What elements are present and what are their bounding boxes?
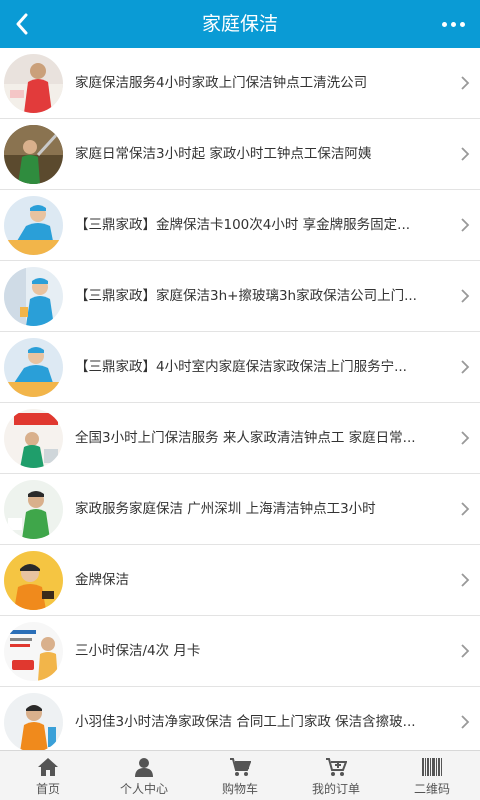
- list-item[interactable]: 小羽佳3小时洁净家政保洁 合同工上门家政 保洁含擦玻...: [0, 687, 480, 750]
- more-button[interactable]: [434, 0, 472, 48]
- list-item[interactable]: 家庭日常保洁3小时起 家政小时工钟点工保洁阿姨: [0, 119, 480, 190]
- item-title: 金牌保洁: [75, 572, 129, 588]
- list-item[interactable]: 全国3小时上门保洁服务 来人家政清洁钟点工 家庭日常...: [0, 403, 480, 474]
- top-header: 家庭保洁: [0, 0, 480, 48]
- item-title: 三小时保洁/4次 月卡: [75, 643, 201, 659]
- item-title: 全国3小时上门保洁服务 来人家政清洁钟点工 家庭日常...: [75, 430, 416, 446]
- tab-qrcode[interactable]: 二维码: [384, 751, 480, 800]
- item-thumbnail: [4, 267, 63, 326]
- item-thumbnail: [4, 54, 63, 113]
- item-thumbnail: [4, 338, 63, 397]
- item-thumbnail: [4, 480, 63, 539]
- chevron-right-icon: [461, 218, 470, 232]
- list-item[interactable]: 三小时保洁/4次 月卡: [0, 616, 480, 687]
- item-thumbnail: [4, 551, 63, 610]
- cart-icon: [230, 758, 251, 776]
- tab-profile[interactable]: 个人中心: [96, 751, 192, 800]
- service-list: 家庭保洁服务4小时家政上门保洁钟点工清洗公司 家庭日常保洁3小时起 家政小时工钟…: [0, 48, 480, 750]
- item-title: 【三鼎家政】4小时室内家庭保洁家政保洁上门服务宁...: [75, 359, 407, 375]
- chevron-right-icon: [461, 76, 470, 90]
- order-cart-icon: [326, 758, 347, 776]
- item-title: 小羽佳3小时洁净家政保洁 合同工上门家政 保洁含擦玻...: [75, 714, 416, 730]
- tab-home[interactable]: 首页: [0, 751, 96, 800]
- chevron-right-icon: [461, 502, 470, 516]
- chevron-right-icon: [461, 431, 470, 445]
- chevron-right-icon: [461, 715, 470, 729]
- item-thumbnail: [4, 125, 63, 184]
- chevron-right-icon: [461, 147, 470, 161]
- bottom-tab-bar: 首页 个人中心 购物车 我的订单 二维码: [0, 750, 480, 800]
- back-button[interactable]: [0, 0, 44, 48]
- tab-cart[interactable]: 购物车: [192, 751, 288, 800]
- tab-label: 个人中心: [119, 782, 168, 796]
- tab-label: 首页: [35, 782, 60, 796]
- tab-label: 购物车: [221, 782, 258, 796]
- chevron-right-icon: [461, 644, 470, 658]
- tab-label: 我的订单: [311, 782, 360, 796]
- item-title: 家庭保洁服务4小时家政上门保洁钟点工清洗公司: [75, 75, 368, 91]
- item-title: 【三鼎家政】金牌保洁卡100次4小时 享金牌服务固定...: [75, 217, 411, 233]
- page-title: 家庭保洁: [201, 13, 278, 35]
- item-thumbnail: [4, 196, 63, 255]
- list-item[interactable]: 家庭保洁服务4小时家政上门保洁钟点工清洗公司: [0, 48, 480, 119]
- item-title: 【三鼎家政】家庭保洁3h+擦玻璃3h家政保洁公司上门...: [75, 288, 417, 304]
- chevron-right-icon: [461, 289, 470, 303]
- chevron-right-icon: [461, 573, 470, 587]
- item-thumbnail: [4, 409, 63, 468]
- list-item[interactable]: 【三鼎家政】4小时室内家庭保洁家政保洁上门服务宁...: [0, 332, 480, 403]
- barcode-icon: [422, 758, 442, 776]
- chevron-right-icon: [461, 360, 470, 374]
- item-thumbnail: [4, 622, 63, 681]
- chevron-left-icon: [16, 13, 28, 35]
- user-icon: [135, 758, 153, 777]
- item-title: 家政服务家庭保洁 广州深圳 上海清洁钟点工3小时: [75, 501, 376, 517]
- more-dots-icon: [441, 21, 447, 27]
- list-item[interactable]: 金牌保洁: [0, 545, 480, 616]
- item-title: 家庭日常保洁3小时起 家政小时工钟点工保洁阿姨: [75, 146, 372, 162]
- home-icon: [38, 758, 58, 776]
- tab-orders[interactable]: 我的订单: [288, 751, 384, 800]
- item-thumbnail: [4, 693, 63, 750]
- list-item[interactable]: 【三鼎家政】金牌保洁卡100次4小时 享金牌服务固定...: [0, 190, 480, 261]
- list-item[interactable]: 【三鼎家政】家庭保洁3h+擦玻璃3h家政保洁公司上门...: [0, 261, 480, 332]
- list-item[interactable]: 家政服务家庭保洁 广州深圳 上海清洁钟点工3小时: [0, 474, 480, 545]
- tab-label: 二维码: [413, 782, 450, 796]
